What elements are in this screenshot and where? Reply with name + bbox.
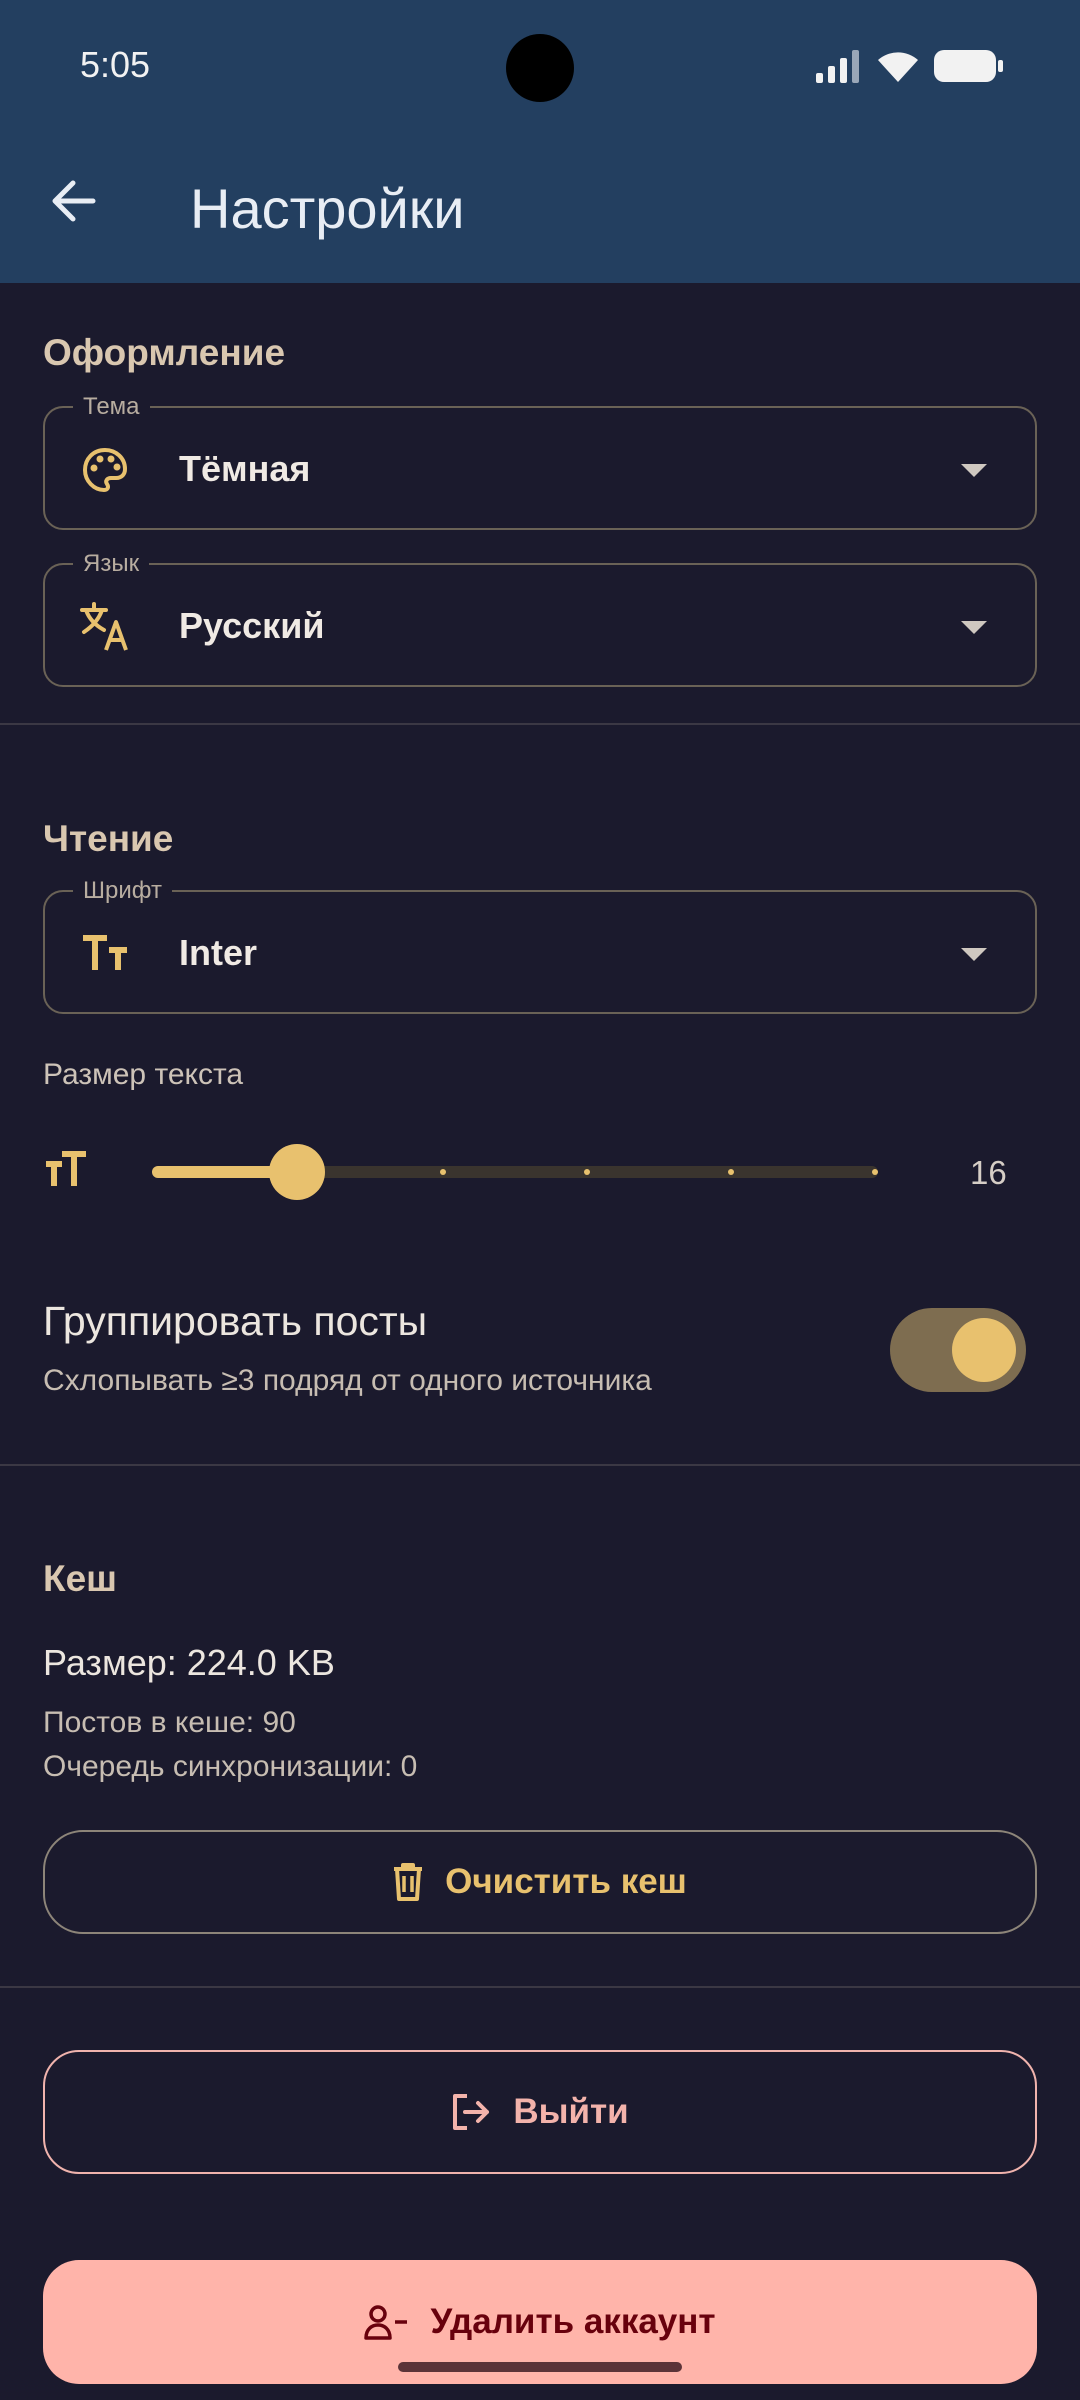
section-title-appearance: Оформление: [43, 332, 286, 373]
delete-account-label: Удалить аккаунт: [430, 2302, 716, 2341]
battery-icon: [934, 50, 1003, 82]
palette-icon: [79, 444, 131, 496]
dropdown-arrow-icon: [961, 948, 987, 961]
status-time: 5:05: [80, 44, 151, 85]
group-posts-title: Группировать посты: [43, 1298, 428, 1344]
language-dropdown[interactable]: Язык Русский: [43, 550, 1037, 687]
slider-tick: [584, 1169, 590, 1175]
divider: [0, 1464, 1080, 1466]
font-label: Шрифт: [73, 877, 172, 905]
arrow-back-icon: [52, 180, 96, 222]
text-fields-icon: [79, 928, 131, 980]
slider-tick: [872, 1169, 878, 1175]
slider-thumb[interactable]: [269, 1144, 326, 1200]
language-label: Язык: [73, 550, 150, 578]
text-size-label: Размер текста: [43, 1058, 244, 1091]
divider: [0, 723, 1080, 725]
cache-size: Размер: 224.0 KB: [43, 1642, 335, 1683]
slider-tick: [440, 1169, 446, 1175]
section-title-reading: Чтение: [43, 818, 174, 859]
translate-icon: [79, 601, 131, 653]
wifi-icon: [878, 52, 918, 82]
divider: [0, 1986, 1080, 1988]
switch-knob: [952, 1318, 1016, 1382]
page-title: Настройки: [190, 177, 465, 240]
slider-tick: [728, 1169, 734, 1175]
dropdown-arrow-icon: [961, 621, 987, 634]
logout-button[interactable]: Выйти: [43, 2050, 1037, 2174]
trash-icon: [394, 1863, 423, 1901]
camera-cutout: [506, 34, 574, 102]
language-value: Русский: [179, 605, 325, 646]
clear-cache-label: Очистить кеш: [445, 1862, 687, 1901]
text-size-value: 16: [970, 1154, 1007, 1191]
clear-cache-button[interactable]: Очистить кеш: [43, 1830, 1037, 1934]
dropdown-arrow-icon: [961, 464, 987, 477]
app-bar: 5:05 Настройки: [0, 0, 1080, 283]
section-title-cache: Кеш: [43, 1558, 117, 1599]
back-button[interactable]: [40, 168, 106, 234]
home-indicator: [398, 2362, 682, 2372]
text-size-icon: [44, 1150, 88, 1195]
logout-label: Выйти: [513, 2092, 629, 2131]
logout-icon: [453, 2094, 490, 2130]
text-size-slider[interactable]: [152, 1144, 878, 1200]
theme-value: Тёмная: [179, 448, 311, 489]
font-value: Inter: [179, 932, 258, 973]
signal-icon: [816, 50, 859, 83]
group-posts-switch[interactable]: [890, 1308, 1026, 1392]
status-icons: [816, 48, 1004, 84]
cache-sync-queue: Очередь синхронизации: 0: [43, 1750, 418, 1783]
group-posts-subtitle: Схлопывать ≥3 подряд от одного источника: [43, 1364, 652, 1397]
cache-posts-count: Постов в кеше: 90: [43, 1706, 296, 1739]
font-dropdown[interactable]: Шрифт Inter: [43, 877, 1037, 1014]
person-remove-icon: [364, 2305, 408, 2340]
slider-tick: [155, 1169, 161, 1175]
theme-dropdown[interactable]: Тема Тёмная: [43, 393, 1037, 530]
theme-label: Тема: [73, 393, 150, 421]
